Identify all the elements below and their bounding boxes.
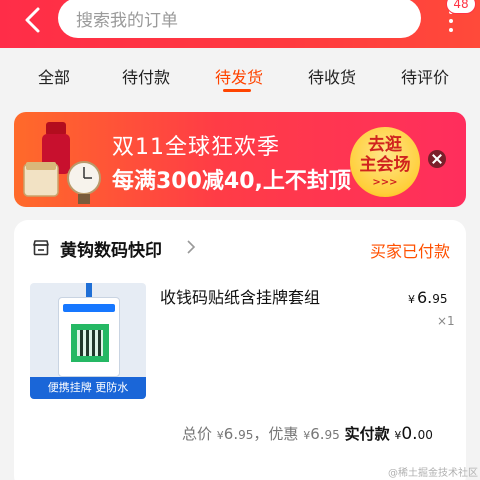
- active-tab-indicator: [223, 89, 251, 92]
- total-cents: 95: [238, 428, 254, 442]
- total-label: 总价: [182, 425, 213, 443]
- paid-label: 实付款: [344, 425, 390, 443]
- order-status: 买家已付款: [370, 242, 451, 261]
- message-count-badge: 48: [446, 0, 476, 14]
- tab-pending-receipt[interactable]: 待收货: [308, 64, 356, 88]
- banner-cta-line1: 去逛: [368, 135, 402, 155]
- header-bar: 搜索我的订单 48: [0, 0, 480, 48]
- qr-card-header: [63, 304, 115, 312]
- search-input[interactable]: 搜索我的订单: [58, 0, 421, 38]
- close-icon[interactable]: [428, 150, 446, 168]
- product-title[interactable]: 收钱码贴纸含挂牌套组: [160, 284, 320, 308]
- product-quantity: ×1: [437, 314, 455, 328]
- tab-pending-review[interactable]: 待评价: [401, 64, 449, 88]
- back-arrow-icon[interactable]: [18, 5, 48, 35]
- total-currency: ¥: [216, 429, 224, 442]
- banner-products-image: [23, 122, 101, 204]
- product-thumbnail[interactable]: 便携挂牌 更防水: [30, 283, 146, 399]
- banner-cta-line2: 主会场: [359, 155, 411, 175]
- promo-banner[interactable]: 双11全球狂欢季 每满300减40,上不封顶 去逛 主会场 >>>: [14, 112, 466, 207]
- tab-pending-payment[interactable]: 待付款: [122, 64, 170, 88]
- discount-label: ，优惠: [253, 425, 299, 443]
- chevron-right-icon[interactable]: [186, 240, 196, 254]
- tab-pending-shipment[interactable]: 待发货: [215, 64, 263, 88]
- shop-icon: [33, 240, 49, 256]
- discount-integer: 6.: [310, 425, 325, 443]
- tab-all[interactable]: 全部: [38, 64, 70, 88]
- thumbnail-caption: 便携挂牌 更防水: [30, 377, 146, 399]
- banner-cta-arrows: >>>: [372, 177, 398, 188]
- qr-card-holder: [58, 297, 120, 377]
- banner-title: 双11全球狂欢季: [112, 135, 280, 160]
- order-summary: 总价 ¥6.95，优惠 ¥6.95 实付款 ¥0.00: [182, 423, 433, 444]
- search-placeholder: 搜索我的订单: [76, 11, 178, 31]
- product-price: ¥6.95: [408, 288, 448, 307]
- shop-name[interactable]: 黄钩数码快印: [60, 236, 162, 261]
- order-card[interactable]: 黄钩数码快印 买家已付款 便携挂牌 更防水 收钱码贴纸含挂牌套组 ¥6.95 ×…: [14, 220, 466, 480]
- paid-integer: 0.: [401, 424, 418, 444]
- discount-cents: 95: [324, 428, 340, 442]
- watermark: @稀土掘金技术社区: [388, 468, 478, 479]
- banner-subtitle: 每满300减40,上不封顶: [112, 169, 351, 194]
- paid-cents: 00: [417, 428, 433, 442]
- total-integer: 6.: [223, 425, 239, 443]
- price-integer: 6.: [417, 288, 433, 307]
- order-status-tabs: 全部 待付款 待发货 待收货 待评价: [0, 48, 480, 98]
- qr-code-icon: [71, 324, 109, 362]
- price-currency: ¥: [408, 293, 415, 306]
- go-main-venue-button[interactable]: 去逛 主会场 >>>: [350, 127, 420, 197]
- price-cents: 95: [432, 292, 448, 306]
